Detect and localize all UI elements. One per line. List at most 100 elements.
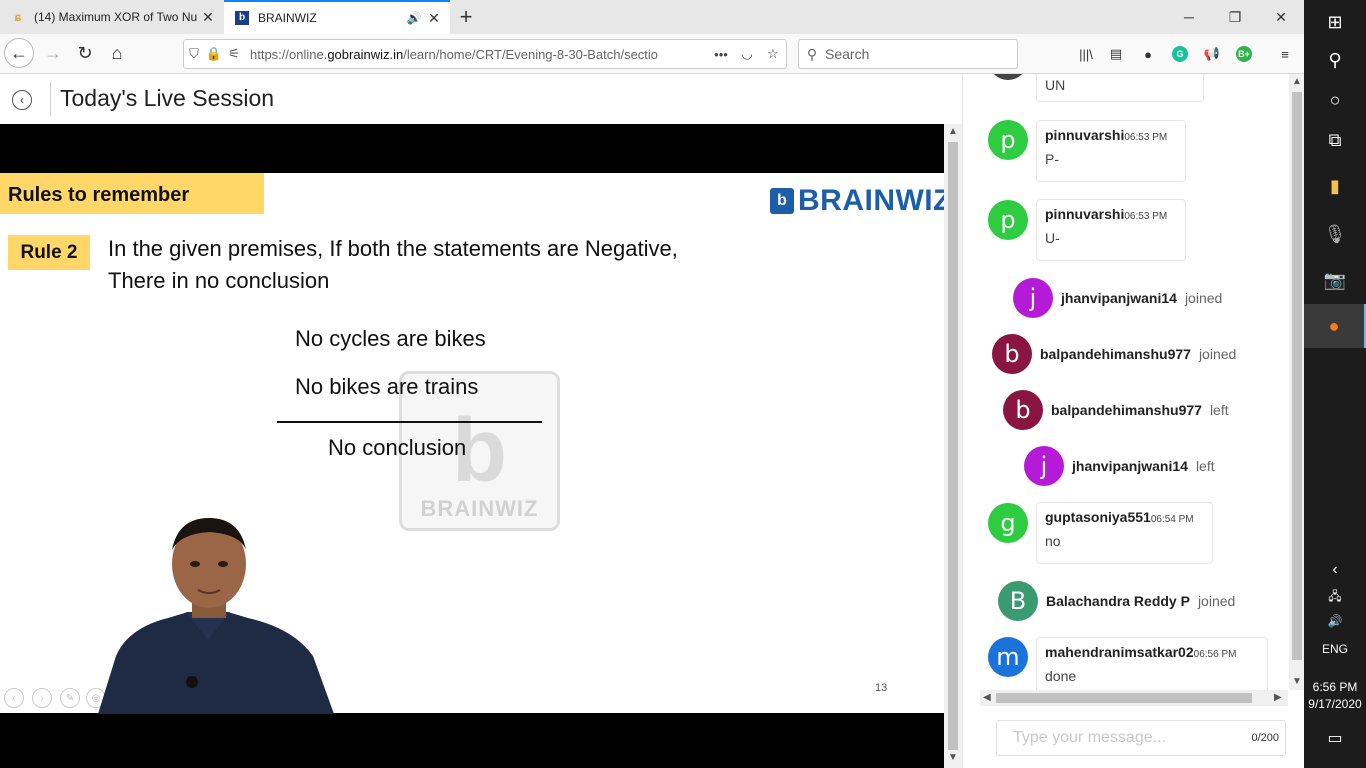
sidebar-icon[interactable]: ▤ [1104, 42, 1128, 66]
pen-icon[interactable]: ✎ [60, 688, 80, 708]
speaker-icon[interactable]: 🔊 [406, 11, 422, 25]
char-count: 0/200 [1251, 732, 1279, 744]
clock-time[interactable]: 6:56 PM [1304, 680, 1366, 694]
message-input[interactable] [997, 729, 1252, 747]
chat-messages[interactable]: UN p pinnuvarshi06:53 PM P- p pinnuvarsh… [980, 74, 1288, 704]
minimize-button[interactable]: ─ [1166, 0, 1212, 34]
chat-message: pinnuvarshi06:53 PM U- [1036, 199, 1186, 261]
back-button[interactable]: ← [4, 38, 34, 68]
message-time: 06:53 PM [1124, 211, 1168, 222]
volume-icon[interactable]: 🔊 [1304, 606, 1366, 636]
megaphone-icon[interactable]: 📢 [1200, 42, 1224, 66]
pocket-icon[interactable]: ◡ [734, 46, 760, 62]
scroll-down-icon[interactable]: ▼ [944, 750, 962, 766]
scroll-up-icon[interactable]: ▲ [944, 124, 962, 140]
url-bar[interactable]: ⛉ 🔒 ⚟ https://online.gobrainwiz.in/learn… [183, 39, 787, 69]
chat-scrollbar[interactable]: ▲ ▼ [1289, 74, 1305, 690]
sender-name: pinnuvarshi [1045, 206, 1125, 222]
page-actions-icon[interactable]: ••• [708, 47, 734, 62]
event-text: joined [1198, 346, 1237, 362]
lock-icon[interactable]: 🔒 [204, 46, 224, 62]
rule-text: In the given premises, If both the state… [108, 233, 808, 297]
language-indicator[interactable]: ENG [1304, 642, 1366, 656]
avatar: j [1013, 278, 1053, 318]
avatar: j [1024, 446, 1064, 486]
scroll-right-icon[interactable]: ▶ [1274, 692, 1282, 703]
conclusion-divider [277, 421, 542, 423]
message-text: done [1045, 668, 1077, 684]
join-event: j jhanvipanjwani14 joined [1013, 278, 1222, 318]
scroll-down-icon[interactable]: ▼ [1292, 676, 1302, 687]
firefox-icon[interactable]: ● [1304, 304, 1366, 348]
library-icon[interactable]: |||\ [1074, 42, 1098, 66]
close-tab-icon[interactable]: ✕ [426, 10, 442, 27]
logo-mark: b [770, 188, 794, 214]
scrollbar-thumb[interactable] [1292, 92, 1302, 660]
event-text: joined [1197, 593, 1236, 609]
logo-text: BRAINWIZ [798, 184, 944, 217]
restore-button[interactable]: ❐ [1212, 0, 1258, 34]
avatar: m [988, 637, 1028, 677]
slide-page-number: 13 [875, 682, 888, 694]
recorder-icon[interactable]: 🎙 [1304, 212, 1366, 256]
avatar: b [1003, 390, 1043, 430]
home-button[interactable]: ⌂ [102, 38, 132, 68]
chat-input-box[interactable]: 0/200 [996, 720, 1286, 756]
back-circle-icon[interactable]: ‹ [12, 90, 32, 110]
scrollbar-thumb[interactable] [996, 693, 1252, 703]
prev-slide-icon[interactable]: ‹ [4, 688, 24, 708]
screen: ɕ (14) Maximum XOR of Two Nu ✕ b BRAINWI… [0, 0, 1366, 768]
cortana-icon[interactable]: ○ [1304, 78, 1366, 122]
menu-icon[interactable]: ≡ [1273, 42, 1297, 66]
tab-leetcode[interactable]: ɕ (14) Maximum XOR of Two Nu ✕ [0, 0, 224, 34]
chat-message: UN [1036, 74, 1204, 102]
chat-message: pinnuvarshi06:53 PM P- [1036, 120, 1186, 182]
account-icon[interactable]: ● [1136, 42, 1160, 66]
scroll-up-icon[interactable]: ▲ [1292, 76, 1302, 87]
leave-event: j jhanvipanjwani14 left [1024, 446, 1215, 486]
browser-nav-bar: ← → ↻ ⌂ ⛉ 🔒 ⚟ https://online.gobrainwiz.… [0, 34, 1304, 74]
message-time: 06:54 PM [1150, 514, 1194, 525]
grammarly-icon[interactable]: G [1168, 42, 1192, 66]
bookmark-star-icon[interactable]: ☆ [760, 46, 786, 62]
shield-icon[interactable]: ⛉ [184, 46, 204, 62]
url-text[interactable]: https://online.gobrainwiz.in/learn/home/… [244, 47, 708, 62]
chat-message: guptasoniya55106:54 PM no [1036, 502, 1213, 564]
file-explorer-icon[interactable]: ▮ [1304, 164, 1366, 208]
brainwiz-favicon-icon: b [234, 10, 250, 26]
rule-line-1: In the given premises, If both the state… [108, 236, 678, 261]
event-name: Balachandra Reddy P [1046, 593, 1190, 609]
search-bar[interactable]: ⚲ Search [798, 39, 1018, 69]
extension-icon[interactable]: B+ [1232, 42, 1256, 66]
task-view-icon[interactable]: ⧉ [1304, 118, 1366, 162]
event-name: balpandehimanshu977 [1040, 346, 1191, 362]
tab-brainwiz[interactable]: b BRAINWIZ 🔊 ✕ [224, 0, 450, 34]
video-player[interactable]: Rules to remember b BRAINWIZ Rule 2 In t… [0, 124, 944, 768]
next-slide-icon[interactable]: › [32, 688, 52, 708]
notifications-icon[interactable]: ▭ [1304, 716, 1366, 760]
close-window-button[interactable]: ✕ [1258, 0, 1304, 34]
windows-taskbar: ⊞ ⚲ ○ ⧉ ▮ 🎙 📷 ● ‹ 🖧 🔊 ENG 6:56 PM 9/17/2… [1304, 0, 1366, 768]
tab-title: (14) Maximum XOR of Two Nu [34, 10, 198, 24]
forward-button[interactable]: → [38, 38, 68, 68]
avatar: p [988, 200, 1028, 240]
reload-button[interactable]: ↻ [70, 38, 100, 68]
rule-line-2: There in no conclusion [108, 268, 330, 293]
rule-badge: Rule 2 [8, 235, 90, 270]
search-icon[interactable]: ⚲ [1304, 38, 1366, 82]
presenter-video [98, 518, 334, 714]
scroll-left-icon[interactable]: ◀ [983, 692, 991, 703]
clock-date[interactable]: 9/17/2020 [1304, 697, 1366, 711]
close-tab-icon[interactable]: ✕ [200, 9, 216, 26]
message-text: UN [1045, 77, 1066, 93]
brainwiz-logo: b BRAINWIZ [770, 184, 944, 218]
avatar: p [988, 120, 1028, 160]
camera-icon[interactable]: 📷 [1304, 258, 1366, 302]
scrollbar-thumb[interactable] [948, 142, 958, 750]
chat-horizontal-scrollbar[interactable]: ◀ ▶ [980, 690, 1288, 706]
new-tab-button[interactable]: + [454, 4, 478, 30]
join-event: B Balachandra Reddy P joined [998, 581, 1235, 621]
permissions-icon[interactable]: ⚟ [224, 46, 244, 62]
event-text: left [1209, 402, 1229, 418]
page-scrollbar[interactable]: ▲ ▼ [944, 124, 962, 768]
